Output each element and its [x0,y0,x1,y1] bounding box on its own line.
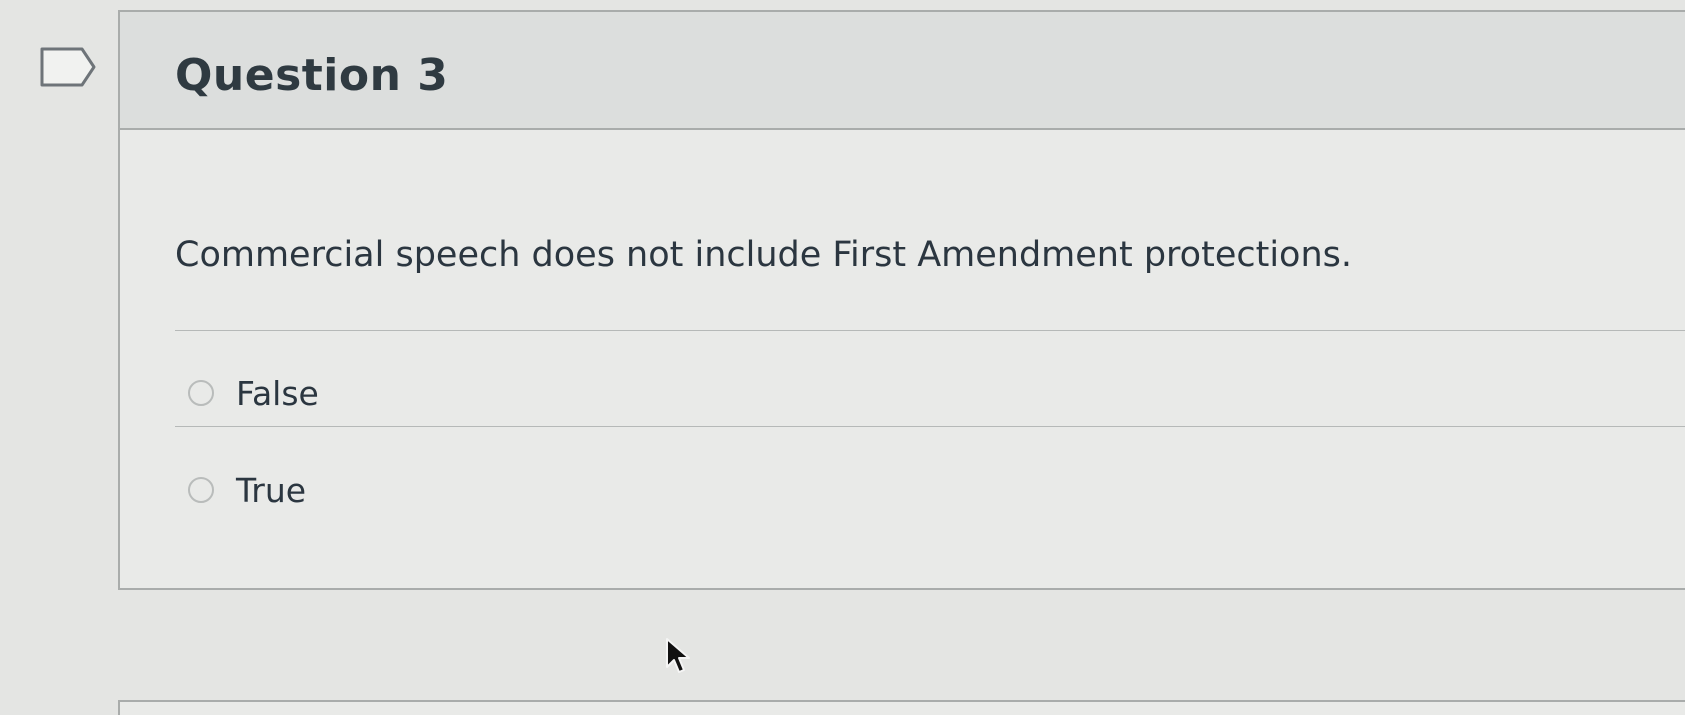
question-header: Question 3 [120,12,1685,130]
answer-option-true[interactable]: True [188,468,306,512]
radio-button-true[interactable] [188,477,214,503]
mouse-pointer-icon [666,638,690,673]
question-title: Question 3 [175,50,449,101]
flag-question-icon [40,47,96,87]
answer-divider [175,330,1685,331]
answer-label-false: False [236,373,319,413]
next-question-card [118,700,1685,715]
question-text: Commercial speech does not include First… [175,235,1352,275]
quiz-page: Question 3 Commercial speech does not in… [0,0,1685,715]
radio-button-false[interactable] [188,380,214,406]
question-card: Question 3 Commercial speech does not in… [118,10,1685,590]
flag-question-button[interactable] [40,46,98,88]
mouse-pointer [665,637,691,677]
answer-option-false[interactable]: False [188,371,319,415]
answer-label-true: True [236,470,307,510]
answer-divider [175,426,1685,427]
